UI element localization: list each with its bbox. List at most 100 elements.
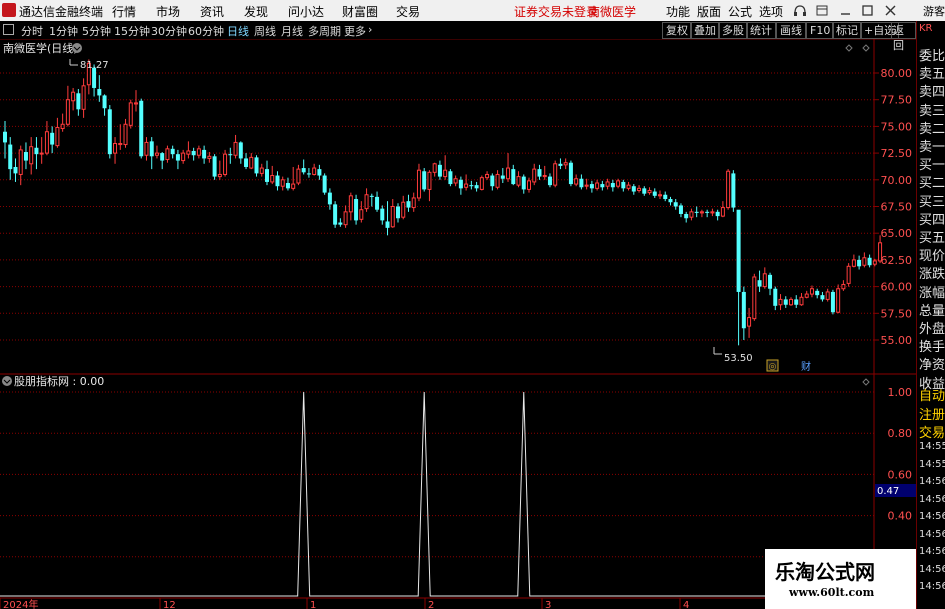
tool-draw[interactable]: 画线	[776, 22, 806, 39]
high-price-marker: 81.27	[69, 59, 109, 71]
side-link[interactable]: 交易	[919, 422, 945, 441]
quote-label: 卖二	[919, 121, 945, 137]
candle	[563, 158, 568, 170]
candle	[128, 99, 133, 129]
period-timeshare[interactable]: 分时	[21, 23, 43, 39]
candle-body	[809, 288, 814, 295]
candle-body	[595, 182, 600, 189]
candle	[762, 267, 767, 289]
candle	[610, 179, 615, 192]
candle	[186, 141, 191, 159]
period-monthly[interactable]: 月线	[281, 23, 303, 39]
indicator-tick-label: 0.80	[888, 427, 913, 440]
period-more[interactable]: 更多	[344, 23, 366, 39]
candle-body	[102, 95, 107, 109]
candle-body	[285, 183, 290, 189]
candle-body	[71, 91, 76, 102]
stock-name-title: 南微医学	[588, 5, 637, 19]
candle-body	[254, 157, 259, 174]
menu-item-wealth[interactable]: 财富圈	[342, 3, 378, 20]
candle	[794, 295, 799, 308]
candle	[139, 98, 144, 159]
menu-item-market[interactable]: 行情	[112, 3, 136, 20]
candle	[474, 181, 479, 192]
close-icon[interactable]	[885, 5, 896, 16]
skin-icon[interactable]	[816, 5, 828, 16]
candle-body	[537, 169, 542, 177]
candle-body	[3, 131, 7, 143]
candle	[521, 174, 526, 194]
candle-body	[196, 148, 201, 156]
diamond-marker-icon[interactable]	[862, 378, 870, 386]
menu-item-layout[interactable]: 版面	[697, 3, 721, 20]
candle-body	[202, 149, 207, 159]
diamond-marker-icon[interactable]	[862, 44, 870, 52]
event-badge-icon[interactable]: ◎	[769, 362, 777, 372]
menu-item-options[interactable]: 选项	[759, 3, 783, 20]
finance-badge[interactable]: 财	[801, 360, 811, 373]
menu-item-formula[interactable]: 公式	[728, 3, 752, 20]
tool-multi-stock[interactable]: 多股	[718, 22, 748, 39]
indicator-title: 股朋指标网 : 0.00	[14, 374, 104, 388]
chart-area[interactable]: 80.00 77.50 75.00 72.50 70.00 67.50 65.00 62.50…	[0, 39, 916, 609]
menu-item-trade[interactable]: 交易	[396, 3, 420, 20]
period-60min[interactable]: 60分钟	[188, 23, 224, 39]
candle	[836, 284, 841, 314]
candle-body	[830, 291, 835, 313]
menu-item-function[interactable]: 功能	[666, 3, 690, 20]
period-weekly[interactable]: 周线	[254, 23, 276, 39]
tool-f10[interactable]: F10	[806, 22, 835, 39]
side-link[interactable]: 自动	[919, 385, 945, 404]
headset-icon[interactable]	[794, 5, 806, 16]
period-15min[interactable]: 15分钟	[114, 23, 150, 39]
quote-label: 总量	[919, 303, 945, 319]
menu-item-assistant[interactable]: 问小达	[288, 3, 324, 20]
menu-item-discover[interactable]: 发现	[244, 3, 268, 20]
period-30min[interactable]: 30分钟	[151, 23, 187, 39]
candle-body	[270, 175, 275, 183]
candle-body	[799, 296, 804, 306]
candle-body	[773, 288, 778, 306]
menu-item-news[interactable]: 资讯	[200, 3, 224, 20]
chart-title-dropdown-icon[interactable]	[72, 43, 82, 53]
indicator-tick-label: 1.00	[888, 386, 913, 399]
candle	[18, 145, 23, 186]
indicator-tick-label: 0.40	[888, 510, 913, 523]
tool-stats[interactable]: 统计	[746, 22, 776, 39]
candle	[448, 169, 453, 187]
menu-item-exchange[interactable]: 市场	[156, 3, 180, 20]
period-multi[interactable]: 多周期	[308, 23, 341, 39]
candle-body	[547, 176, 552, 186]
period-daily[interactable]: 日线	[227, 23, 249, 39]
candle-body	[265, 169, 269, 182]
candle-body	[55, 126, 60, 147]
candle-body	[846, 265, 851, 284]
maximize-icon[interactable]	[862, 5, 873, 16]
candle	[55, 117, 60, 148]
period-5min[interactable]: 5分钟	[82, 23, 111, 39]
side-link[interactable]: 注册	[919, 404, 945, 423]
diamond-marker-icon[interactable]	[845, 44, 853, 52]
quote-label: 买三	[919, 194, 945, 210]
app-logo-icon	[2, 3, 16, 17]
candle	[710, 208, 715, 217]
candle	[637, 185, 642, 193]
user-label[interactable]: 游客	[923, 3, 945, 19]
period-1min[interactable]: 1分钟	[49, 23, 78, 39]
quote-label: 买一	[919, 158, 945, 174]
candle	[149, 137, 154, 170]
candle-body	[568, 162, 573, 185]
chevron-right-icon[interactable]: ›	[368, 23, 372, 36]
tool-adjust[interactable]: 复权	[662, 22, 692, 39]
tool-mark[interactable]: 标记	[832, 22, 862, 39]
tool-overlay[interactable]: 叠加	[690, 22, 720, 39]
login-status[interactable]: 证券交易未登录	[514, 3, 598, 20]
tool-back[interactable]: 返回	[891, 22, 916, 52]
candle-body	[678, 205, 683, 214]
quote-label: 委比	[919, 49, 945, 64]
indicator-dropdown-icon[interactable]	[2, 376, 12, 386]
candle	[668, 196, 673, 206]
layout-toggle-icon[interactable]	[3, 24, 14, 35]
candle-body	[768, 274, 773, 289]
candle-body	[736, 209, 741, 292]
